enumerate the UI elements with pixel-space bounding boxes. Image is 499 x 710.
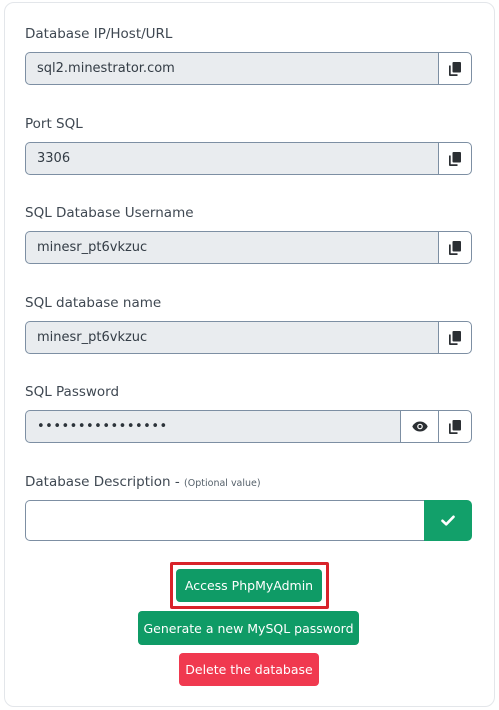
description-input[interactable] — [25, 500, 424, 541]
dbname-field-group: minesr_pt6vkzuc — [25, 321, 472, 354]
copy-password-button[interactable] — [438, 410, 472, 443]
copy-icon — [449, 419, 461, 434]
password-field[interactable]: •••••••••••••••• — [25, 410, 400, 443]
host-label: Database IP/Host/URL — [25, 26, 173, 42]
username-field[interactable]: minesr_pt6vkzuc — [25, 231, 438, 264]
eye-icon — [411, 421, 428, 432]
description-label: Database Description - (Optional value) — [25, 474, 261, 490]
port-field[interactable]: 3306 — [25, 142, 438, 175]
password-label: SQL Password — [25, 384, 120, 400]
copy-icon — [449, 330, 461, 345]
generate-password-button[interactable]: Generate a new MySQL password — [138, 611, 359, 645]
copy-host-button[interactable] — [438, 52, 472, 85]
copy-port-button[interactable] — [438, 142, 472, 175]
password-field-group: •••••••••••••••• — [25, 410, 472, 443]
copy-icon — [449, 151, 461, 166]
copy-icon — [449, 240, 461, 255]
port-field-group: 3306 — [25, 142, 472, 175]
access-phpmyadmin-button[interactable]: Access PhpMyAdmin — [176, 569, 322, 602]
description-label-text: Database Description - — [25, 474, 185, 490]
show-password-button[interactable] — [400, 410, 438, 443]
copy-username-button[interactable] — [438, 231, 472, 264]
optional-note: (Optional value) — [184, 478, 261, 489]
host-field[interactable]: sql2.minestrator.com — [25, 52, 438, 85]
copy-icon — [449, 61, 461, 76]
description-field-group — [25, 500, 472, 541]
host-field-group: sql2.minestrator.com — [25, 52, 472, 85]
port-label: Port SQL — [25, 116, 83, 132]
save-description-button[interactable] — [424, 500, 472, 541]
dbname-field[interactable]: minesr_pt6vkzuc — [25, 321, 438, 354]
dbname-label: SQL database name — [25, 295, 162, 311]
username-label: SQL Database Username — [25, 205, 194, 221]
delete-database-button[interactable]: Delete the database — [179, 653, 319, 686]
copy-dbname-button[interactable] — [438, 321, 472, 354]
username-field-group: minesr_pt6vkzuc — [25, 231, 472, 264]
check-icon — [441, 515, 455, 526]
